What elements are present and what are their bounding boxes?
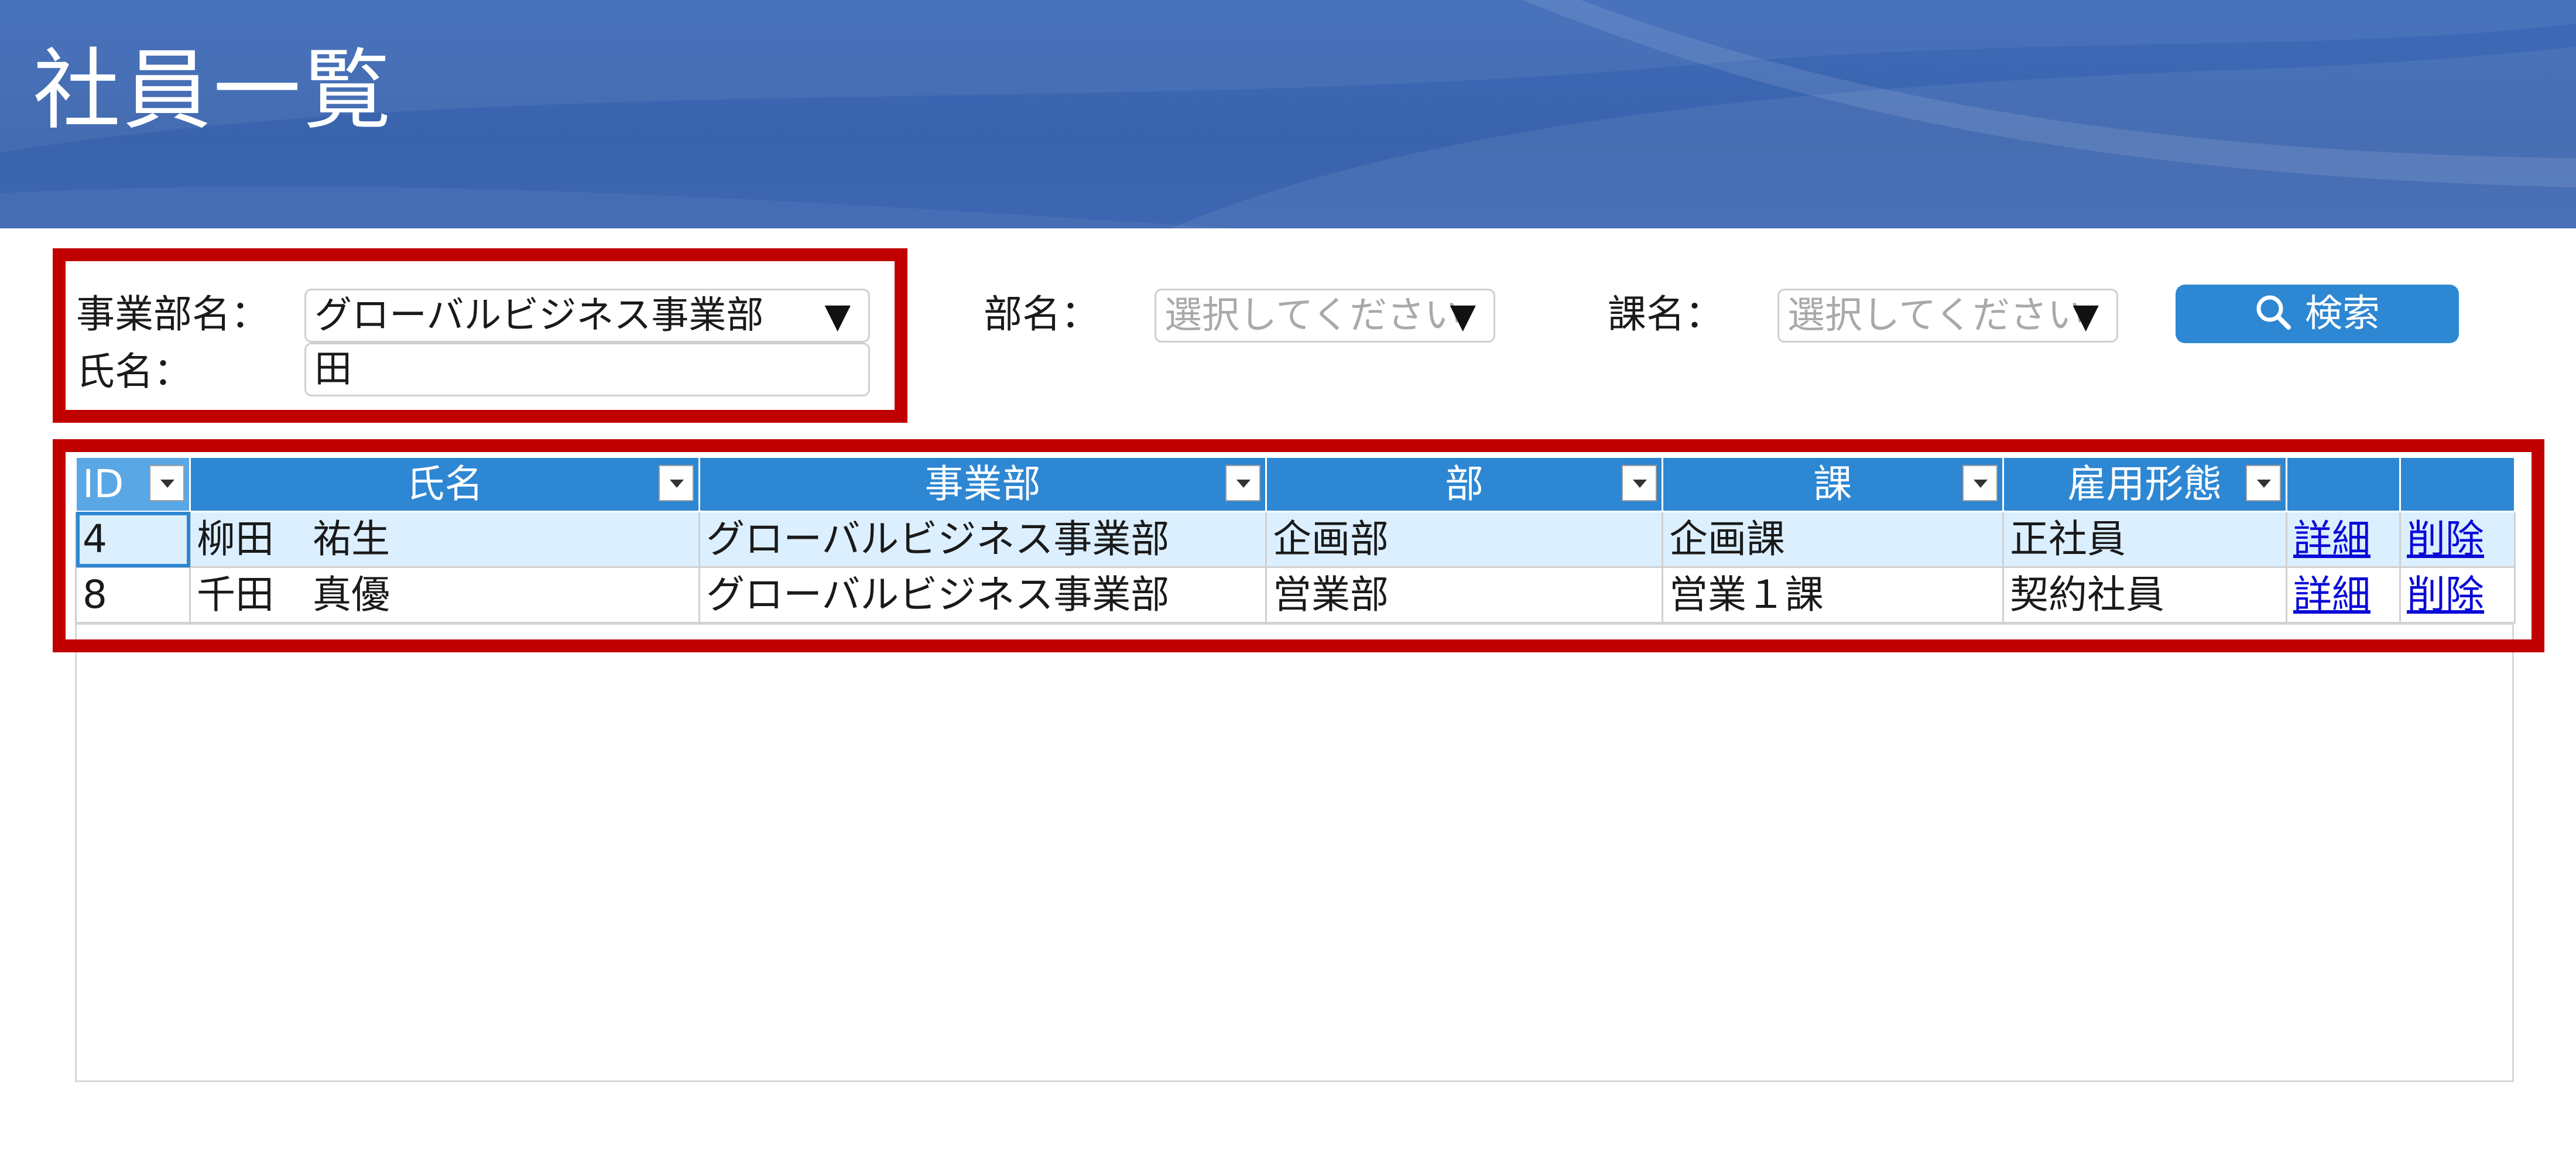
search-button[interactable]: 検索	[2176, 285, 2459, 343]
search-icon	[2256, 295, 2291, 330]
search-button-label: 検索	[2305, 292, 2380, 336]
search-condition-highlight-box	[53, 248, 907, 423]
department-label: 部名：	[984, 292, 1099, 337]
department-select[interactable]: 選択してください ▼	[1155, 289, 1495, 343]
page-header: 社員一覧	[0, 0, 2576, 228]
section-select-placeholder: 選択してください	[1787, 294, 2085, 337]
chevron-down-icon: ▼	[2073, 296, 2099, 336]
page-title: 社員一覧	[33, 40, 394, 142]
section-label: 課名：	[1608, 292, 1724, 337]
chevron-down-icon: ▼	[1450, 296, 1476, 336]
grid-empty-area	[75, 623, 2514, 1082]
result-grid-highlight-box	[53, 439, 2544, 652]
department-select-placeholder: 選択してください	[1164, 294, 1462, 337]
section-select[interactable]: 選択してください ▼	[1777, 289, 2118, 343]
